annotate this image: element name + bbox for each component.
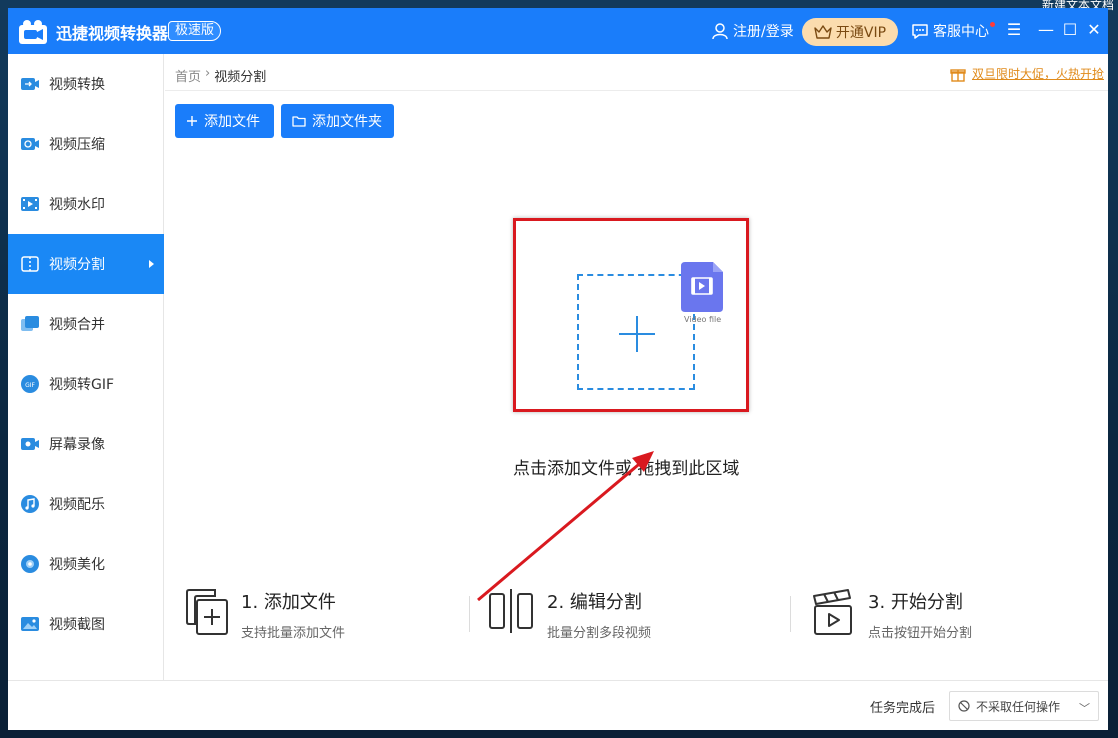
add-folder-label: 添加文件夹 [312,114,382,130]
sidebar: 视频转换 视频压缩 视频水印 视频分割 视频合并 GIF 视频转GIF 屏幕录像 [8,54,164,680]
step-add-file: 1. 添加文件 支持批量添加文件 [183,586,463,646]
service-center-button[interactable]: 客服中心 [911,21,989,41]
breadcrumb-home[interactable]: 首页 [175,66,201,85]
sidebar-item-label: 视频截图 [49,617,105,633]
sidebar-item-video-gif[interactable]: GIF 视频转GIF [8,354,164,414]
active-arrow-icon [149,260,154,268]
step-edit-split: 2. 编辑分割 批量分割多段视频 [489,586,769,646]
sidebar-item-label: 屏幕录像 [49,437,105,453]
svg-text:GIF: GIF [25,382,35,389]
menu-button[interactable]: ☰ [1004,20,1024,40]
title-bar: 迅捷视频转换器 极速版 注册/登录 开通VIP 客服中心 ☰ — ☐ ✕ [8,8,1108,54]
video-split-icon [21,256,39,272]
ban-icon [958,700,970,712]
video-compress-icon [21,138,39,150]
sidebar-item-label: 视频水印 [49,197,105,213]
video-file-label: Video file [684,315,722,324]
vip-button[interactable]: 开通VIP [802,18,898,46]
edition-badge: 极速版 [168,21,222,41]
screen-record-icon [21,438,39,450]
sidebar-item-video-merge[interactable]: 视频合并 [8,294,164,354]
music-icon [21,495,39,513]
step-divider [790,596,791,632]
breadcrumb-current: 视频分割 [214,70,267,85]
footer-bar: 任务完成后 不采取任何操作 ﹀ [8,680,1108,730]
crown-icon [814,25,832,39]
notification-dot [990,22,995,27]
sidebar-item-video-beautify[interactable]: 视频美化 [8,534,164,594]
sidebar-item-label: 视频配乐 [49,497,105,513]
step-desc: 批量分割多段视频 [547,626,652,641]
sidebar-item-label: 视频合并 [49,317,105,333]
video-merge-icon [21,316,39,331]
login-button[interactable]: 注册/登录 [711,21,794,41]
add-file-step-icon [186,589,228,635]
minimize-button[interactable]: — [1036,20,1056,40]
sidebar-item-video-compress[interactable]: 视频压缩 [8,114,164,174]
step-divider [469,596,470,632]
breadcrumb-separator: › [205,66,211,81]
screenshot-icon [21,617,39,631]
add-folder-button[interactable]: 添加文件夹 [281,104,394,138]
video-watermark-icon [21,197,39,211]
gift-icon [950,68,966,82]
clapperboard-icon [813,589,852,635]
chevron-down-icon: ﹀ [1079,702,1090,715]
close-button[interactable]: ✕ [1084,20,1104,40]
add-file-label: 添加文件 [204,114,260,130]
sidebar-item-video-split[interactable]: 视频分割 [8,234,164,294]
user-icon [712,23,728,40]
video-file-icon [681,262,723,312]
sidebar-item-label: 视频压缩 [49,137,105,153]
video-convert-icon [21,78,39,90]
chat-icon [912,24,928,39]
step-desc: 支持批量添加文件 [241,626,346,641]
add-file-button[interactable]: 添加文件 [175,104,274,138]
sidebar-item-screen-record[interactable]: 屏幕录像 [8,414,164,474]
app-window: 迅捷视频转换器 极速版 注册/登录 开通VIP 客服中心 ☰ — ☐ ✕ 视频转… [8,8,1108,730]
service-label: 客服中心 [933,24,989,40]
sidebar-item-label: 视频转GIF [49,377,115,393]
gif-icon: GIF [21,375,39,393]
folder-icon [292,116,306,127]
after-task-select[interactable]: 不采取任何操作 ﹀ [949,691,1099,721]
after-task-value: 不采取任何操作 [976,699,1061,714]
sidebar-item-video-music[interactable]: 视频配乐 [8,474,164,534]
sidebar-item-video-screenshot[interactable]: 视频截图 [8,594,164,654]
app-title: 迅捷视频转换器 [56,24,169,43]
app-logo-icon [19,20,47,44]
plus-icon [187,116,197,126]
login-label: 注册/登录 [733,24,794,40]
add-plus-icon[interactable] [619,316,655,352]
sidebar-item-label: 视频美化 [49,557,105,573]
vip-label: 开通VIP [835,25,887,41]
split-step-icon [489,589,533,633]
beautify-icon [21,555,39,573]
sidebar-item-label: 视频转换 [49,77,105,93]
promo-text: 双旦限时大促，火热开抢 [971,67,1104,81]
maximize-button[interactable]: ☐ [1060,20,1080,40]
after-task-label: 任务完成后 [870,701,936,716]
sidebar-item-video-watermark[interactable]: 视频水印 [8,174,164,234]
promo-link[interactable]: 双旦限时大促，火热开抢 [950,65,1104,82]
step-start-split: 3. 开始分割 点击按钮开始分割 [810,586,1100,646]
sidebar-item-video-convert[interactable]: 视频转换 [8,54,164,114]
header-divider [165,90,1108,91]
sidebar-item-label: 视频分割 [49,257,105,273]
step-title: 3. 开始分割 [868,592,963,613]
breadcrumb: 首页 › 视频分割 [175,66,266,85]
step-title: 1. 添加文件 [241,592,336,613]
step-desc: 点击按钮开始分割 [868,626,973,641]
step-title: 2. 编辑分割 [547,592,642,613]
